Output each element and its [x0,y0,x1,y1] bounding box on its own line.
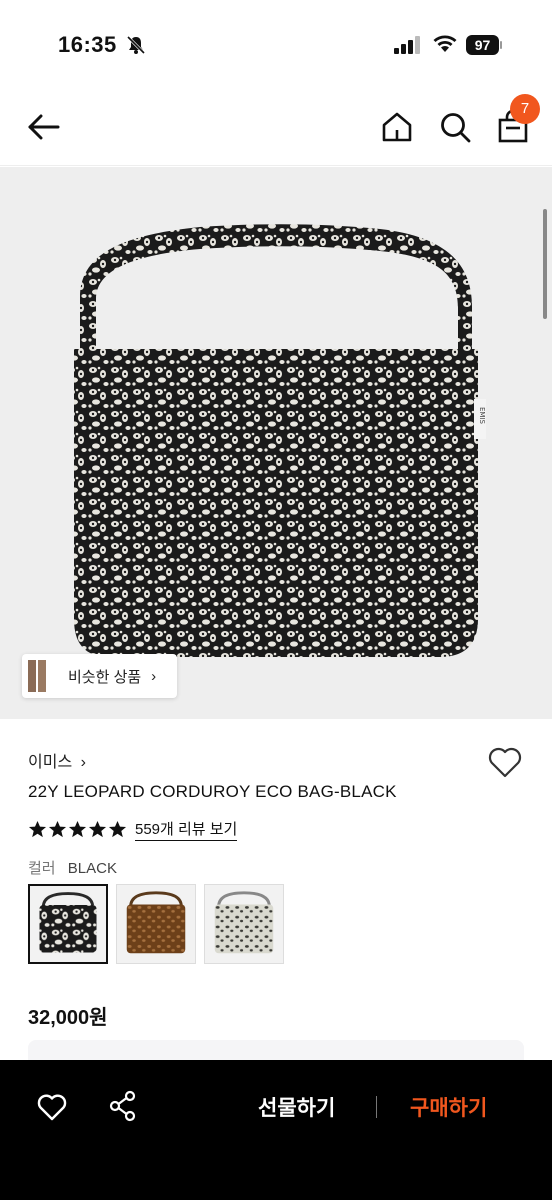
product-image-carousel[interactable]: EMIS 비슷한 상품 › [0,167,552,719]
divider [376,1096,377,1118]
wishlist-heart-icon[interactable] [486,744,524,780]
share-icon[interactable] [108,1090,138,1122]
color-value: BLACK [67,860,117,877]
battery-icon: 97 [466,35,502,55]
search-icon[interactable] [438,110,472,144]
bottom-action-bar: 선물하기 구매하기 [0,1060,552,1200]
brand-link[interactable]: 이미스 › [28,748,86,772]
chevron-right-icon: › [80,754,86,771]
star-icon [68,820,87,838]
buy-button[interactable]: 구매하기 [410,1092,487,1122]
color-swatch-black[interactable] [28,884,108,964]
top-nav: 7 [0,88,552,166]
status-bar: 16:35 97 [0,0,552,88]
brand-name: 이미스 [28,754,73,771]
gift-button[interactable]: 선물하기 [258,1092,335,1122]
rating-stars [28,820,127,839]
heart-icon[interactable] [36,1092,68,1122]
chevron-right-icon: › [151,667,157,685]
svg-text:EMIS: EMIS [478,407,486,425]
back-arrow-icon[interactable] [26,110,62,144]
reviews-link[interactable]: 559개 리뷰 보기 [135,818,238,841]
similar-thumbnails [22,654,62,698]
star-icon [48,820,67,838]
product-title: 22Y LEOPARD CORDUROY ECO BAG-BLACK [28,782,397,801]
color-option-row: 컬러 BLACK [28,857,117,878]
similar-products-label: 비슷한 상품 [68,668,142,686]
bell-muted-icon [126,35,146,55]
color-label: 컬러 [28,860,56,877]
product-price: 32,000원 [28,1007,108,1029]
star-icon [88,820,107,838]
cart-count-badge: 7 [510,94,540,124]
status-time: 16:35 [58,32,117,57]
wifi-icon [433,35,457,52]
product-image: EMIS [74,224,486,657]
battery-level: 97 [466,35,499,55]
color-swatch-brown[interactable] [116,884,196,964]
home-icon[interactable] [380,110,414,144]
star-icon [28,820,47,838]
rating-row: 559개 리뷰 보기 [28,818,238,841]
cellular-signal-icon [394,36,420,54]
star-icon [108,820,127,838]
color-swatch-ivory[interactable] [204,884,284,964]
similar-products-button[interactable]: 비슷한 상품 › [22,654,177,698]
image-scroll-indicator [543,209,547,319]
